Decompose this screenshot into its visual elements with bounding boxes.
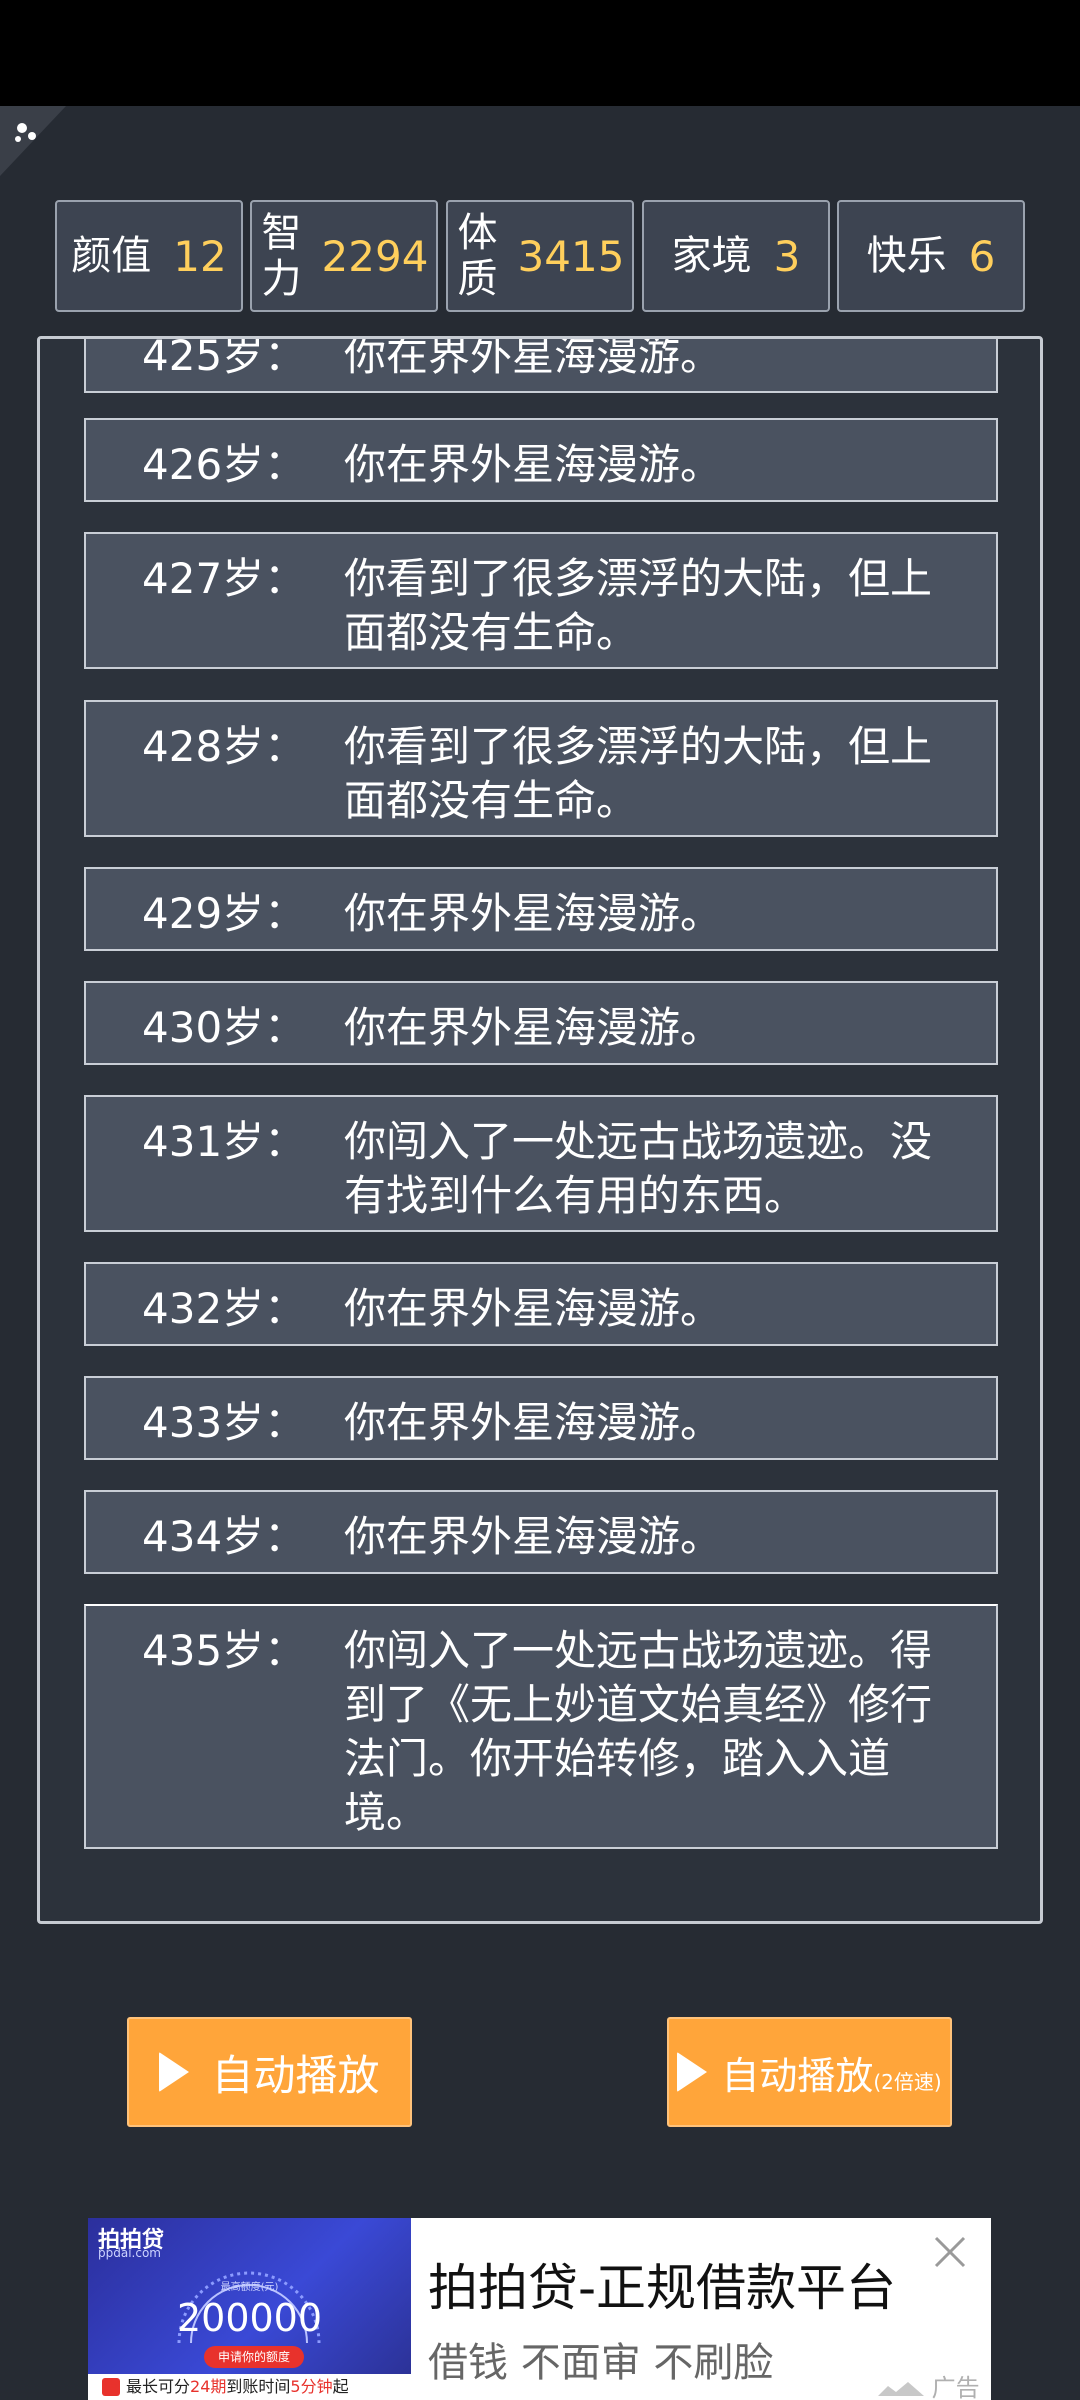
log-age: 429岁： xyxy=(142,889,307,938)
ad-logo-sub: ppdai.com xyxy=(98,2246,161,2260)
log-entry: 430岁： 你在界外星海漫游。 xyxy=(84,981,998,1065)
stat-value: 3415 xyxy=(517,231,625,281)
log-age: 430岁： xyxy=(142,1003,307,1052)
log-event: 你在界外星海漫游。 xyxy=(344,889,723,938)
stat-label: 快乐 xyxy=(866,233,947,279)
log-entry: 432岁： 你在界外星海漫游。 xyxy=(84,1262,998,1346)
ad-banner[interactable]: 拍拍贷 ppdai.com 最高额度(元) 200000 申请你的额度 最长可分… xyxy=(88,2218,991,2400)
play-icon xyxy=(159,2052,190,2092)
log-age: 431岁： xyxy=(142,1117,307,1166)
log-entry: 434岁： 你在界外星海漫游。 xyxy=(84,1490,998,1574)
autoplay-label: 自动播放 xyxy=(211,2050,380,2100)
log-entry: 426岁： 你在界外星海漫游。 xyxy=(84,418,998,502)
log-event: 你在界外星海漫游。 xyxy=(344,1003,723,1052)
log-event: 你看到了很多漂浮的大陆，但上面都没有生命。 xyxy=(344,554,933,657)
log-event: 你看到了很多漂浮的大陆，但上面都没有生命。 xyxy=(344,722,933,825)
log-entry: 428岁： 你看到了很多漂浮的大陆，但上面都没有生命。 xyxy=(84,700,998,837)
stat-intelligence: 智 力 2294 xyxy=(250,200,438,312)
ad-amount-caption: 最高额度(元) xyxy=(220,2282,279,2293)
ad-image[interactable]: 拍拍贷 ppdai.com 最高额度(元) 200000 申请你的额度 最长可分… xyxy=(88,2218,411,2400)
stat-label: 家境 xyxy=(671,233,752,279)
stat-label-line1: 智 xyxy=(261,210,302,256)
play-icon xyxy=(677,2052,708,2092)
log-entry: 425岁： 你在界外星海漫游。 xyxy=(84,336,998,393)
menu-corner-icon[interactable] xyxy=(0,106,66,176)
log-entry: 427岁： 你看到了很多漂浮的大陆，但上面都没有生命。 xyxy=(84,532,998,669)
log-age: 432岁： xyxy=(142,1284,307,1333)
ad-tag-label: 广告 xyxy=(931,2374,980,2400)
log-entry: 431岁： 你闯入了一处远古战场遗迹。没有找到什么有用的东西。 xyxy=(84,1095,998,1232)
autoplay-2x-label: 自动播放 xyxy=(721,2053,874,2098)
log-event: 你在界外星海漫游。 xyxy=(344,440,723,489)
ad-strip-text: 到账时间 xyxy=(226,2377,291,2396)
stat-label-line2: 力 xyxy=(261,256,302,302)
log-age: 428岁： xyxy=(142,722,307,771)
stat-value: 12 xyxy=(173,231,227,281)
log-age: 433岁： xyxy=(142,1398,307,1447)
ad-source-icon xyxy=(878,2382,924,2396)
log-event: 你在界外星海漫游。 xyxy=(344,336,723,380)
stat-label: 体 质 xyxy=(456,210,500,302)
log-age: 426岁： xyxy=(142,440,307,489)
log-event: 你在界外星海漫游。 xyxy=(344,1284,723,1333)
stat-label-line2: 质 xyxy=(457,256,498,302)
log-entry: 433岁： 你在界外星海漫游。 xyxy=(84,1376,998,1460)
stat-value: 3 xyxy=(773,231,801,281)
ad-strip: 最长可分24期到账时间5分钟起 xyxy=(88,2374,411,2400)
autoplay-2x-button[interactable]: 自动播放 (2倍速) xyxy=(667,2017,952,2127)
ad-headline[interactable]: 拍拍贷-正规借款平台 xyxy=(428,2248,896,2320)
ad-apply-button[interactable]: 申请你的额度 xyxy=(204,2346,304,2368)
log-age: 427岁： xyxy=(142,554,307,603)
stat-appearance: 颜值 12 xyxy=(55,200,243,312)
log-event: 你闯入了一处远古战场遗迹。没有找到什么有用的东西。 xyxy=(344,1117,933,1220)
log-event: 你闯入了一处远古战场遗迹。得到了《无上妙道文始真经》修行法门。你开始转修，踏入入… xyxy=(344,1626,933,1837)
ad-amount: 200000 xyxy=(176,2296,323,2340)
log-entry-latest: 435岁： 你闯入了一处远古战场遗迹。得到了《无上妙道文始真经》修行法门。你开始… xyxy=(84,1604,998,1849)
ad-close-icon[interactable] xyxy=(930,2232,970,2272)
life-log-panel[interactable]: 425岁： 你在界外星海漫游。 426岁： 你在界外星海漫游。 427岁： 你看… xyxy=(37,336,1043,1924)
ad-strip-icon xyxy=(102,2378,120,2396)
ad-tag: 广告 xyxy=(878,2368,980,2400)
stat-label-line1: 体 xyxy=(457,210,498,256)
log-event: 你在界外星海漫游。 xyxy=(344,1398,723,1447)
stat-value: 6 xyxy=(968,231,996,281)
attribute-bar: 颜值 12 智 力 2294 体 质 3415 家境 3 快乐 6 xyxy=(55,200,1025,312)
stat-family: 家境 3 xyxy=(642,200,830,312)
ad-strip-text: 最长可分 xyxy=(126,2377,191,2396)
ad-strip-periods: 24期 xyxy=(190,2377,227,2396)
log-entry: 429岁： 你在界外星海漫游。 xyxy=(84,867,998,951)
ad-strip-text: 起 xyxy=(332,2377,349,2396)
stat-value: 2294 xyxy=(321,231,429,281)
log-age: 435岁： xyxy=(142,1626,307,1675)
autoplay-button[interactable]: 自动播放 xyxy=(127,2017,412,2127)
ad-subline: 借钱 不面审 不刷脸 xyxy=(428,2340,774,2386)
stat-happiness: 快乐 6 xyxy=(837,200,1025,312)
log-age: 434岁： xyxy=(142,1512,307,1561)
status-bar xyxy=(0,0,1080,106)
speed-suffix: (2倍速) xyxy=(873,2069,942,2094)
log-age: 425岁： xyxy=(142,336,307,380)
stat-label: 颜值 xyxy=(71,233,152,279)
stat-constitution: 体 质 3415 xyxy=(446,200,634,312)
ad-strip-time: 5分钟 xyxy=(290,2377,333,2396)
log-event: 你在界外星海漫游。 xyxy=(344,1512,723,1561)
stat-label: 智 力 xyxy=(260,210,304,302)
